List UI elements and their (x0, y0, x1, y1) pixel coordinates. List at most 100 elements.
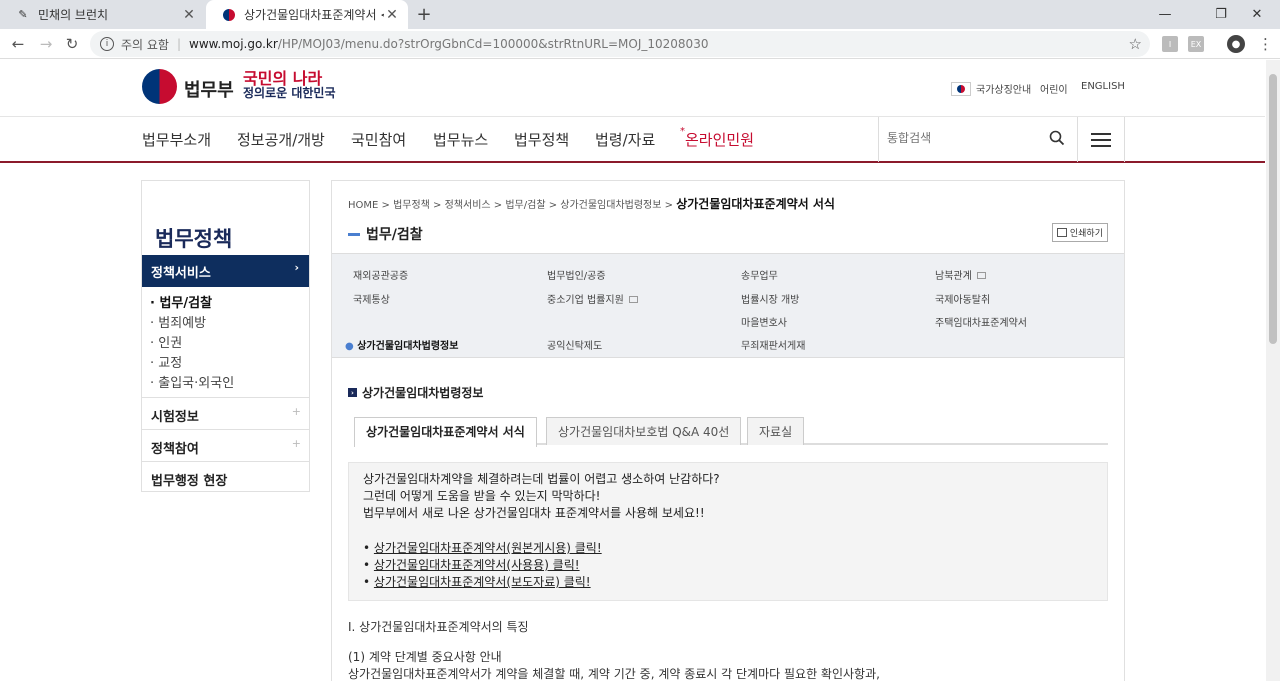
content-heading: › 상가건물임대차법령정보 (348, 384, 483, 401)
search-input[interactable] (887, 128, 1037, 148)
submenu-label: 중소기업 법률지원 (547, 295, 624, 306)
plus-icon: + (291, 405, 301, 418)
submenu-item[interactable]: 국제아동탈취 (935, 291, 990, 306)
submenu-item[interactable]: 송무업무 (741, 267, 778, 282)
scrollbar-thumb[interactable] (1269, 74, 1277, 344)
print-button[interactable]: 인쇄하기 (1051, 223, 1108, 242)
main-content: HOME > 법무정책 > 정책서비스 > 법무/검찰 > 상가건물임대차법령정… (331, 180, 1125, 681)
gnb-item-info[interactable]: 정보공개/개방 (237, 129, 325, 150)
submenu-item[interactable]: 주택임대차표준계약서 (935, 314, 1027, 329)
search-box (878, 117, 1078, 162)
download-link-press[interactable]: 상가건물임대차표준계약서(보도자료) 클릭! (374, 575, 591, 589)
submenu-item[interactable]: 마을변호사 (741, 314, 787, 329)
search-icon[interactable] (1049, 130, 1065, 146)
notice-line: 상가건물임대차계약을 체결하려는데 법률이 어렵고 생소하여 난감하다? (363, 472, 720, 486)
submenu-item[interactable]: 국제통상 (353, 291, 390, 306)
security-label: 주의 요함 (121, 37, 169, 52)
extension-icon[interactable]: I (1162, 36, 1178, 52)
lnb-sub-prosecution[interactable]: · 법무/검찰 (150, 292, 212, 311)
brunch-pen-icon: ✎ (18, 8, 28, 21)
tab-archive[interactable]: 자료실 (747, 417, 805, 445)
subsection-heading: (1) 계약 단계별 중요사항 안내 (348, 650, 502, 664)
submenu-item[interactable]: 중소기업 법률지원 (547, 291, 638, 306)
submenu-item[interactable]: 무죄재판서게재 (741, 337, 805, 352)
sub-menu: 재외공관공증 법무법인/공증 송무업무 남북관계 국제통상 중소기업 법률지원 … (332, 253, 1124, 358)
menu-hamburger-icon[interactable] (1078, 117, 1125, 162)
url-field[interactable]: i 주의 요함 | www.moj.go.kr /HP/MOJ03/menu.d… (90, 31, 1150, 57)
gnb-label: 온라인민원 (685, 131, 755, 149)
bullet: • (363, 541, 371, 555)
gnb-item-laws[interactable]: 법령/자료 (595, 129, 655, 150)
slogan-logo: 국민의 나라 정의로운 대한민국 (243, 69, 343, 102)
bookmark-star-icon[interactable]: ☆ (1129, 35, 1142, 53)
plus-icon: + (291, 437, 301, 450)
lnb-label: 시험정보 (151, 410, 199, 425)
tab-qna[interactable]: 상가건물임대차보호법 Q&A 40선 (546, 417, 742, 445)
url-host: www.moj.go.kr (189, 37, 278, 51)
global-nav: 법무부소개 정보공개/개방 국민참여 법무뉴스 법무정책 법령/자료 *온라인민… (0, 116, 1265, 163)
close-icon[interactable]: ✕ (384, 7, 400, 23)
gnb-item-online-petition[interactable]: *온라인민원 (680, 126, 755, 150)
extension-icon[interactable]: EX (1188, 36, 1204, 52)
national-symbol-link[interactable]: 국가상징안내 (951, 81, 1031, 96)
close-icon[interactable]: ✕ (181, 7, 197, 23)
submenu-item[interactable]: 공익신탁제도 (547, 337, 602, 352)
gnb-item-policy[interactable]: 법무정책 (514, 129, 569, 150)
gnb-item-participation[interactable]: 국민참여 (351, 129, 406, 150)
site-logo-text[interactable]: 법무부 (184, 76, 234, 102)
forward-icon[interactable]: → (36, 34, 56, 54)
taegukgi-flag-icon (951, 81, 971, 96)
back-icon[interactable]: ← (8, 34, 28, 54)
reload-icon[interactable]: ↻ (62, 34, 82, 54)
lnb-sub-immigration[interactable]: · 출입국·외국인 (150, 372, 234, 391)
kids-link[interactable]: 어린이 (1040, 81, 1068, 96)
chevron-right-icon: › (348, 388, 357, 397)
lnb-item-policy-service[interactable]: 정책서비스 › (142, 255, 309, 287)
gnb-item-news[interactable]: 법무뉴스 (433, 129, 488, 150)
submenu-item-current[interactable]: ● 상가건물임대차법령정보 (345, 337, 458, 352)
page-scrollbar[interactable] (1266, 60, 1280, 681)
list-item: • 상가건물임대차표준계약서(원본게시용) 클릭! (363, 540, 1093, 557)
new-tab-button[interactable]: + (414, 4, 434, 25)
moj-emblem-logo[interactable] (142, 69, 177, 104)
lnb-sub-human-rights[interactable]: · 인권 (150, 332, 182, 351)
web-page: 법무부 국민의 나라 정의로운 대한민국 국가상징안내 어린이 ENGLISH … (0, 60, 1265, 681)
bullet: • (363, 558, 371, 572)
notice-line: 그런데 어떻게 도움을 받을 수 있는지 막막하다! (363, 489, 601, 503)
moj-emblem-icon (222, 8, 236, 22)
submenu-item[interactable]: 남북관계 (935, 267, 986, 282)
content-tabs: 상가건물임대차표준계약서 서식 상가건물임대차보호법 Q&A 40선 자료실 (354, 417, 1108, 447)
tab-contract-form[interactable]: 상가건물임대차표준계약서 서식 (354, 417, 537, 447)
address-bar: ← → ↻ i 주의 요함 | www.moj.go.kr /HP/MOJ03/… (0, 29, 1280, 59)
download-link-original[interactable]: 상가건물임대차표준계약서(원본게시용) 클릭! (374, 541, 602, 555)
tab-label: 상가건물임대차표준계약서 < 상 (244, 8, 384, 22)
browser-tab-brunch[interactable]: ✎ 민채의 브런치 ✕ (0, 0, 205, 29)
bullet: • (363, 575, 371, 589)
profile-avatar-icon[interactable]: ● (1227, 35, 1245, 53)
lnb-label: 정책서비스 (151, 266, 211, 281)
lnb-sub-crime-prevention[interactable]: · 범죄예방 (150, 312, 206, 331)
gnb-item-about[interactable]: 법무부소개 (142, 129, 211, 150)
lnb-sub-correction[interactable]: · 교정 (150, 352, 182, 371)
lnb-title: 법무정책 (155, 227, 233, 251)
menu-kebab-icon[interactable]: ⋮ (1258, 35, 1273, 53)
browser-tab-strip: ✎ 민채의 브런치 ✕ 상가건물임대차표준계약서 < 상 ✕ + — ❐ ✕ (0, 0, 1280, 29)
bullet-dot: ● (345, 341, 358, 352)
info-icon[interactable]: i (100, 37, 114, 51)
lnb-group-exam[interactable]: 시험정보 + (142, 397, 309, 429)
slogan-line-1: 국민의 나라 (243, 69, 323, 88)
submenu-item[interactable]: 재외공관공증 (353, 267, 408, 282)
printer-icon (1056, 228, 1067, 237)
close-window-button[interactable]: ✕ (1234, 0, 1280, 29)
browser-tab-moj[interactable]: 상가건물임대차표준계약서 < 상 ✕ (206, 0, 408, 29)
english-link[interactable]: ENGLISH (1081, 81, 1125, 92)
submenu-item[interactable]: 법무법인/공증 (547, 267, 606, 282)
lnb-group-field[interactable]: 법무행정 현장 (142, 461, 309, 493)
submenu-item[interactable]: 법률시장 개방 (741, 291, 799, 306)
list-item: • 상가건물임대차표준계약서(보도자료) 클릭! (363, 574, 1093, 591)
download-link-usage[interactable]: 상가건물임대차표준계약서(사용용) 클릭! (374, 558, 580, 572)
breadcrumb-path[interactable]: HOME > 법무정책 > 정책서비스 > 법무/검찰 > 상가건물임대차법령정… (348, 200, 676, 211)
lnb-group-participation[interactable]: 정책참여 + (142, 429, 309, 461)
slogan-line-2: 정의로운 대한민국 (243, 86, 336, 100)
minimize-button[interactable]: — (1142, 0, 1188, 29)
